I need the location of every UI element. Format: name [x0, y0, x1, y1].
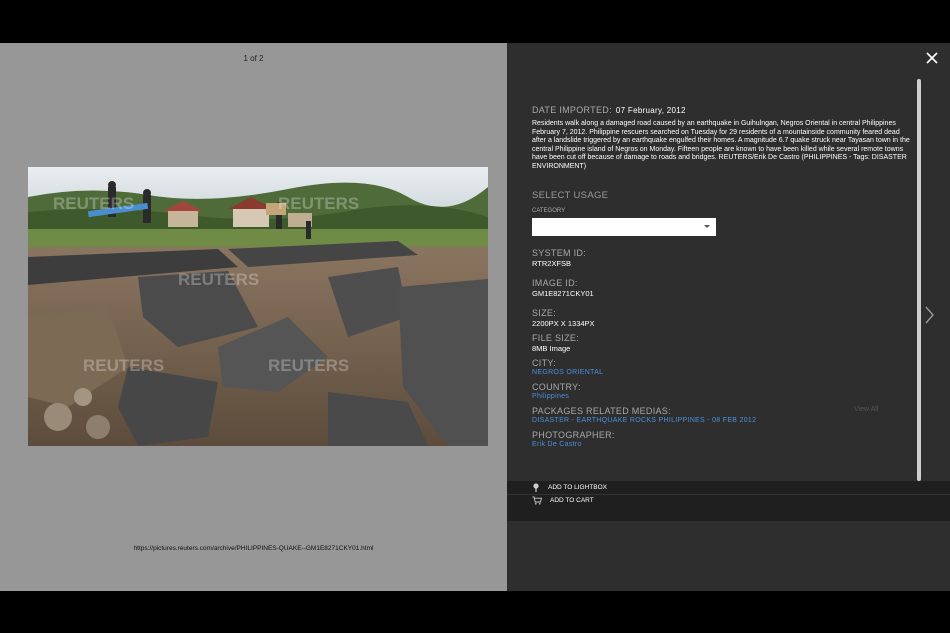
chevron-right-icon[interactable]: [923, 305, 935, 325]
date-label: DATE IMPORTED:: [532, 105, 612, 115]
photographer-label: PHOTOGRAPHER:: [532, 429, 615, 440]
action-divider: [507, 494, 950, 495]
watermark: REUTERS: [278, 194, 359, 213]
city-label: CITY:: [532, 357, 557, 368]
file-size-label: FILE SIZE:: [532, 332, 580, 343]
system-id-field: SYSTEM ID: RTR2XFSB: [532, 248, 586, 268]
image-id-label: IMAGE ID:: [532, 277, 578, 288]
details-scrollbar[interactable]: [917, 79, 921, 481]
category-label: CATEGORY: [532, 207, 566, 214]
image-url: https://pictures.reuters.com/archive/PHI…: [133, 545, 374, 552]
watermark: REUTERS: [178, 270, 259, 289]
image-caption: Residents walk along a damaged road caus…: [532, 120, 910, 170]
category-select[interactable]: [532, 217, 716, 236]
size-value: 2200PX X 1334PX: [532, 318, 595, 328]
photographer-link[interactable]: Erik De Castro: [532, 441, 615, 448]
details-content: DATE IMPORTED: 07 February, 2012 Residen…: [532, 105, 912, 448]
system-id-label: SYSTEM ID:: [532, 247, 587, 258]
add-to-lightbox-button[interactable]: ADD TO LIGHTBOX: [532, 483, 607, 492]
image-id-field: IMAGE ID: GM1E8271CKY01: [532, 278, 594, 298]
watermark: REUTERS: [268, 356, 349, 375]
add-to-lightbox-label: ADD TO LIGHTBOX: [548, 484, 607, 491]
watermark: REUTERS: [83, 356, 164, 375]
city-field: CITY: NEGROS ORIENTAL: [532, 358, 603, 376]
add-to-cart-label: ADD TO CART: [550, 497, 594, 504]
country-link[interactable]: Philippines: [532, 393, 581, 400]
add-to-cart-button[interactable]: ADD TO CART: [532, 496, 594, 505]
earthquake-photo: REUTERS REUTERS REUTERS REUTERS REUTERS: [28, 167, 488, 446]
main-photo[interactable]: REUTERS REUTERS REUTERS REUTERS REUTERS: [28, 167, 488, 446]
image-counter: 1 of 2: [243, 54, 264, 63]
country-label: COUNTRY:: [532, 381, 581, 392]
system-id-value: RTR2XFSB: [532, 258, 572, 268]
image-id-value: GM1E8271CKY01: [532, 288, 594, 298]
watermark: REUTERS: [53, 194, 134, 213]
photographer-field: PHOTOGRAPHER: Erik De Castro: [532, 430, 615, 448]
size-field: SIZE: 2200PX X 1334PX: [532, 308, 595, 328]
city-link[interactable]: NEGROS ORIENTAL: [532, 369, 603, 376]
image-stage: 1 of 2 REUTERS REUTERS REUTERS REUTERS R…: [0, 43, 507, 591]
file-size-field: FILE SIZE: 8MB Image: [532, 333, 579, 353]
file-size-value: 8MB Image: [532, 343, 571, 353]
action-bar: ADD TO LIGHTBOX ADD TO CART: [507, 481, 950, 521]
details-panel: DATE IMPORTED: 07 February, 2012 Residen…: [507, 43, 950, 591]
close-icon[interactable]: [924, 50, 940, 66]
image-viewer-modal: 1 of 2 REUTERS REUTERS REUTERS REUTERS R…: [0, 43, 950, 591]
date-imported: DATE IMPORTED: 07 February, 2012: [532, 105, 912, 115]
date-value: 07 February, 2012: [615, 106, 686, 115]
pin-icon: [533, 483, 539, 492]
chevron-down-icon: [704, 224, 710, 228]
select-usage-title: SELECT USAGE: [532, 189, 609, 201]
country-field: COUNTRY: Philippines: [532, 382, 581, 400]
package-link[interactable]: DISASTER - EARTHQUAKE ROCKS PHILIPPINES …: [532, 417, 912, 424]
view-all-link[interactable]: View All: [854, 406, 878, 413]
cart-icon: [532, 496, 542, 505]
size-label: SIZE:: [532, 307, 557, 318]
